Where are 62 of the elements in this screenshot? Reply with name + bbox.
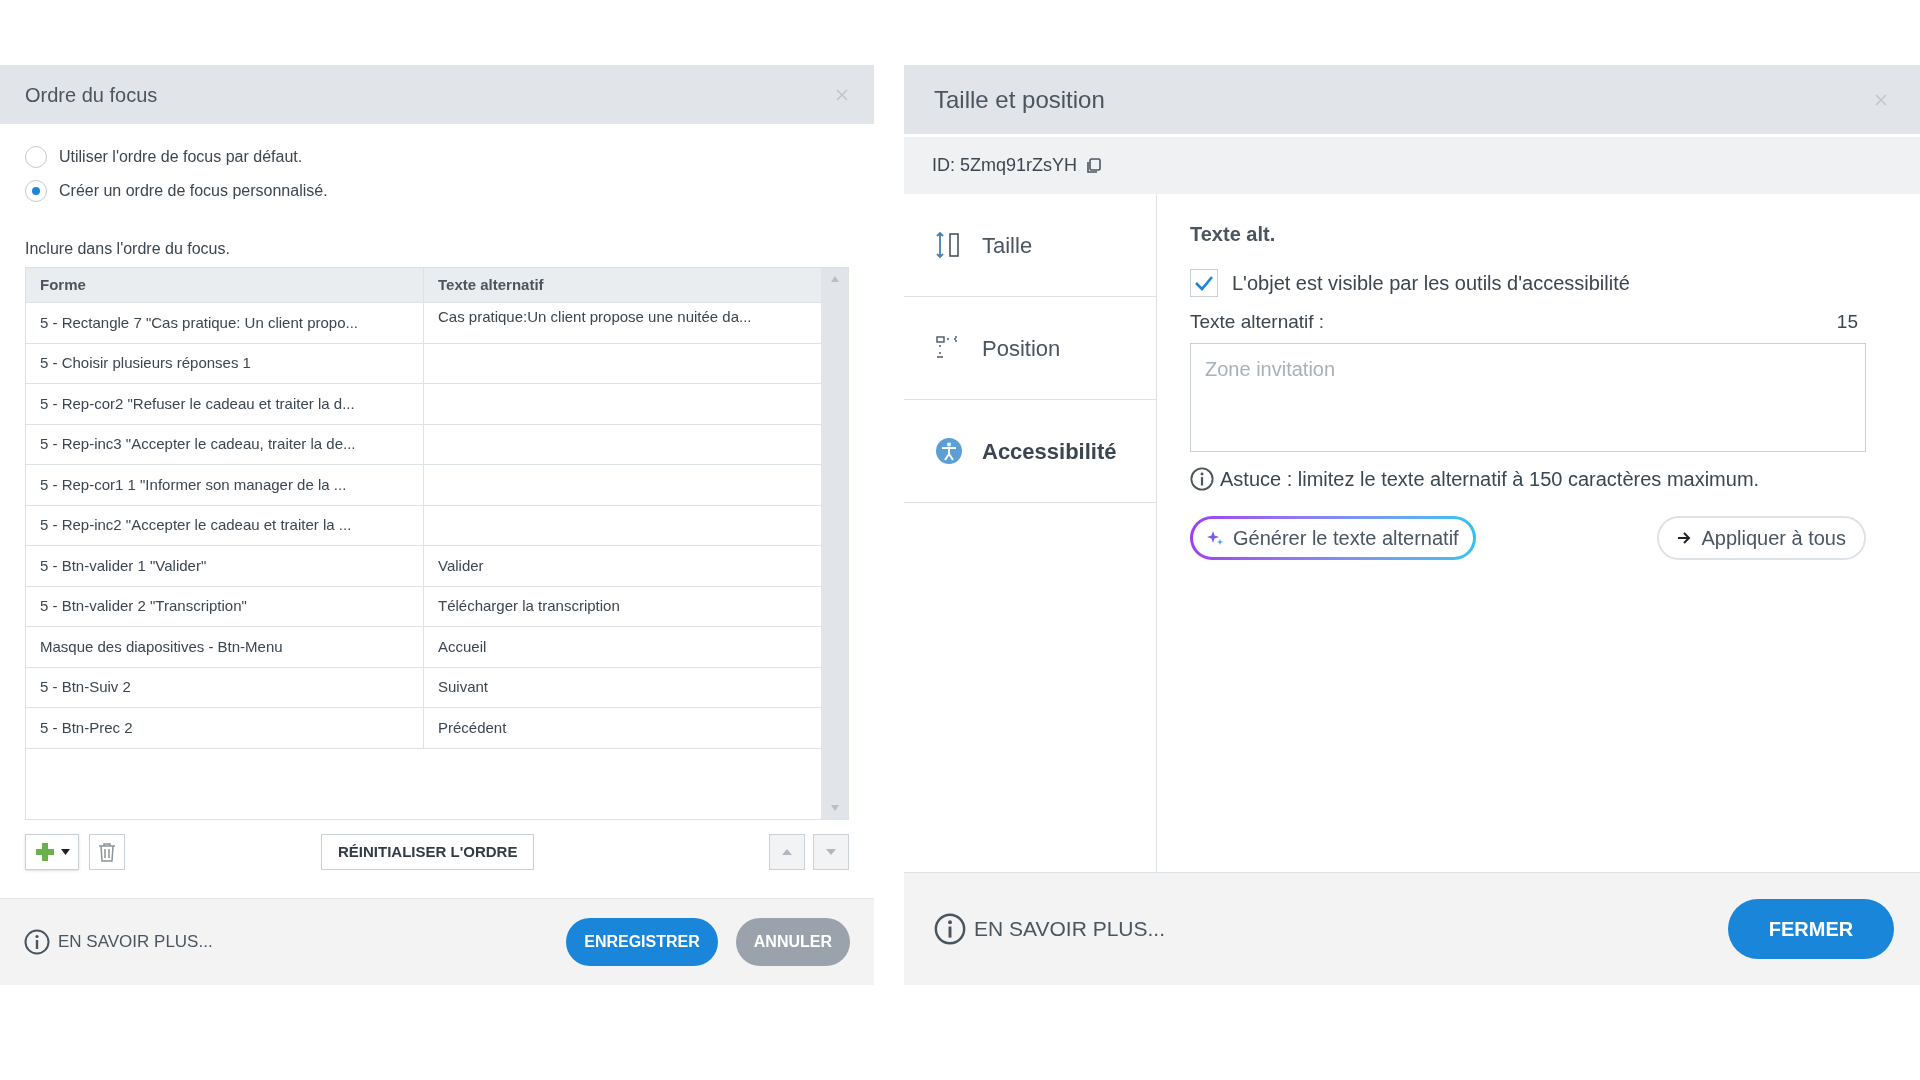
dialog-title: Taille et position xyxy=(934,84,1105,115)
copy-icon[interactable] xyxy=(1085,156,1104,175)
section-title: Texte alt. xyxy=(1190,222,1277,247)
tip-text: Astuce : limitez le texte alternatif à 150 caractères maximum. xyxy=(1220,466,1760,492)
check-icon xyxy=(1194,275,1214,291)
table-cell[interactable]: Masque des diapositives - Btn-Menu xyxy=(40,635,283,658)
down-arrow-icon xyxy=(826,849,836,855)
info-icon xyxy=(24,929,50,955)
radio-button[interactable] xyxy=(25,180,47,202)
generate-alt-text-button[interactable]: Générer le texte alternatif xyxy=(1190,515,1476,560)
character-count: 15 xyxy=(1836,310,1858,334)
alt-text-field[interactable]: Zone invitation xyxy=(1190,342,1866,452)
checkbox-label[interactable]: L'objet est visible par les outils d'accessibilité xyxy=(1232,268,1630,298)
checkbox[interactable] xyxy=(1190,269,1218,297)
radio-label[interactable]: Créer un ordre de focus personnalisé. xyxy=(59,179,328,203)
table-cell[interactable]: 5 - Btn-valider 2 "Transcription" xyxy=(40,595,247,618)
learn-more-link[interactable]: EN SAVOIR PLUS... xyxy=(58,929,213,955)
up-arrow-icon xyxy=(782,849,792,855)
table-cell[interactable]: 5 - Rep-cor2 "Refuser le cadeau et traiter la d... xyxy=(40,392,355,415)
save-button[interactable]: ENREGISTRER xyxy=(566,918,718,966)
arrow-right-icon xyxy=(1677,530,1692,545)
plus-icon xyxy=(34,842,55,862)
table-cell[interactable]: Valider xyxy=(438,554,484,577)
table-cell[interactable]: 5 - Rep-inc2 "Accepter le cadeau et traiter la ... xyxy=(40,514,352,537)
sparkle-icon xyxy=(1207,529,1223,546)
dialog-title: Ordre du focus xyxy=(25,82,158,108)
scrollbar[interactable] xyxy=(821,268,848,819)
table-cell[interactable]: Cas pratique:Un client propose une nuitée da... xyxy=(438,306,752,329)
table-cell[interactable]: 5 - Btn-Prec 2 xyxy=(40,716,133,739)
table-caption: Inclure dans l'ordre du focus. xyxy=(24,239,231,259)
info-icon xyxy=(1190,466,1214,491)
move-up-button[interactable] xyxy=(769,834,805,870)
trash-icon xyxy=(98,842,116,862)
scroll-up-icon[interactable] xyxy=(830,276,839,282)
accessibility-icon xyxy=(934,436,964,466)
table-cell[interactable]: 5 - Rectangle 7 "Cas pratique: Un client propo... xyxy=(40,311,358,334)
table-cell[interactable]: 5 - Btn-valider 1 "Valider" xyxy=(40,554,207,577)
delete-button[interactable] xyxy=(89,834,125,870)
table-cell[interactable]: 5 - Btn-Suiv 2 xyxy=(40,676,131,699)
scroll-down-icon[interactable] xyxy=(830,805,839,811)
info-icon xyxy=(934,913,966,945)
apply-to-all-button[interactable]: Appliquer à tous xyxy=(1657,515,1866,560)
table-cell[interactable]: 5 - Rep-inc3 "Accepter le cadeau, traiter la de... xyxy=(40,433,356,456)
column-header[interactable]: Texte alternatif xyxy=(424,268,822,302)
table-cell[interactable]: 5 - Rep-cor1 1 "Informer son manager de la ... xyxy=(40,473,347,496)
caret-icon xyxy=(60,849,70,855)
radio-label[interactable]: Utiliser l'ordre de focus par défaut. xyxy=(59,145,303,169)
reset-order-button[interactable]: RÉINITIALISER L'ORDRE xyxy=(321,834,535,870)
table-cell[interactable]: Télécharger la transcription xyxy=(438,595,620,618)
add-button[interactable] xyxy=(25,834,79,870)
move-down-button[interactable] xyxy=(813,834,849,870)
column-header[interactable]: Forme xyxy=(26,268,424,302)
close-icon[interactable] xyxy=(835,87,849,102)
table-cell[interactable]: Suivant xyxy=(438,676,489,699)
object-id: ID: 5Zmq91rZsYH xyxy=(932,154,1078,177)
table-cell[interactable]: Accueil xyxy=(438,635,487,658)
close-button[interactable]: FERMER xyxy=(1728,899,1894,959)
table-cell[interactable]: Précédent xyxy=(438,716,507,739)
learn-more-link[interactable]: EN SAVOIR PLUS... xyxy=(974,913,1165,945)
table-cell[interactable]: 5 - Choisir plusieurs réponses 1 xyxy=(40,352,251,375)
radio-button[interactable] xyxy=(25,146,47,168)
field-label: Texte alternatif : xyxy=(1190,310,1325,334)
